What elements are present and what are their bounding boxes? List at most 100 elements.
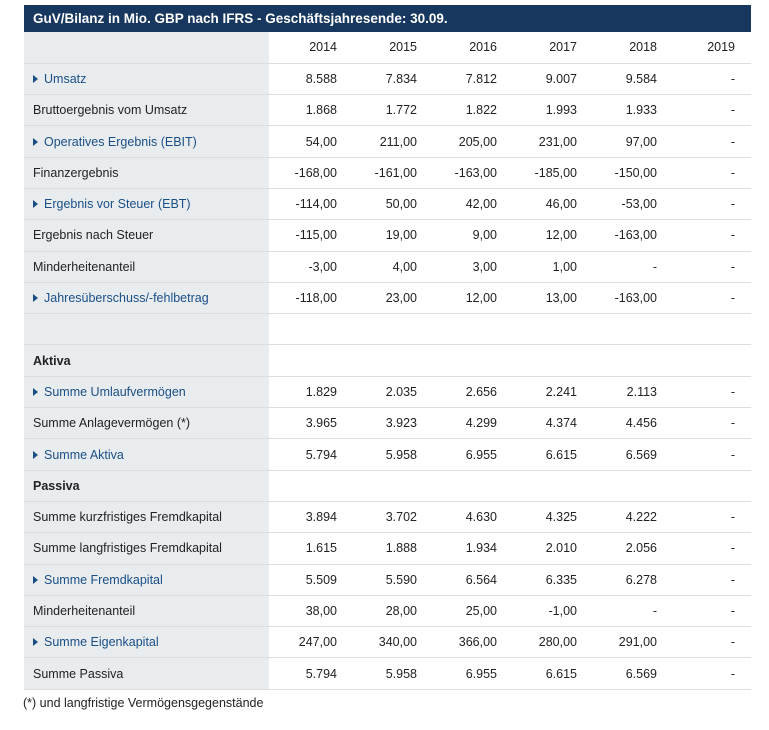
value-cell: 6.955	[429, 657, 509, 690]
year-header: 2017	[509, 32, 589, 64]
value-cell: 6.278	[589, 564, 669, 596]
row-label: Summe langfristiges Fremdkapital	[33, 541, 222, 556]
expand-arrow-icon[interactable]	[33, 294, 38, 303]
table-row: Summe Fremdkapital 5.509 5.590 6.564 6.335 6.…	[24, 564, 751, 596]
row-label-cell: Minderheitenanteil	[24, 251, 269, 283]
value-cell: 4.456	[589, 407, 669, 440]
value-cell	[509, 344, 589, 377]
row-label: Bruttoergebnis vom Umsatz	[33, 103, 188, 118]
row-label-link[interactable]: Summe Aktiva	[44, 448, 124, 462]
value-cell: -	[669, 626, 751, 659]
expand-arrow-icon[interactable]	[33, 638, 38, 647]
financial-table-container: GuV/Bilanz in Mio. GBP nach IFRS - Gesch…	[23, 5, 751, 710]
row-label-link[interactable]: Summe Umlaufvermögen	[44, 385, 186, 399]
value-cell: -1,00	[509, 595, 589, 628]
expand-arrow-icon[interactable]	[33, 137, 38, 146]
value-cell: 38,00	[269, 595, 349, 628]
value-cell: -	[669, 595, 751, 628]
expand-arrow-icon[interactable]	[33, 387, 38, 396]
value-cell: -	[669, 657, 751, 690]
value-cell: -185,00	[509, 157, 589, 189]
table-row: Operatives Ergebnis (EBIT) 54,00 211,00 205…	[24, 125, 751, 158]
value-cell: -	[669, 282, 751, 315]
row-label-link[interactable]: Summe Eigenkapital	[44, 635, 159, 649]
value-cell: 6.569	[589, 438, 669, 471]
table-row: Ergebnis nach Steuer -115,00 19,00 9,00 12,0…	[24, 219, 751, 252]
section-header-row: Aktiva	[24, 344, 751, 377]
value-cell: 1.772	[349, 94, 429, 127]
value-cell: 5.794	[269, 657, 349, 690]
value-cell: -168,00	[269, 157, 349, 189]
value-cell: -163,00	[429, 157, 509, 189]
expand-arrow-icon[interactable]	[33, 74, 38, 83]
row-label-cell: Bruttoergebnis vom Umsatz	[24, 94, 269, 127]
row-label-cell: Summe langfristiges Fremdkapital	[24, 532, 269, 565]
row-label-cell[interactable]: Ergebnis vor Steuer (EBT)	[24, 188, 269, 221]
row-label-cell[interactable]: Summe Eigenkapital	[24, 626, 269, 659]
footnote: (*) und langfristige Vermögensgegenständ…	[23, 695, 264, 710]
value-cell: -	[669, 125, 751, 158]
row-label-cell[interactable]: Summe Umlaufvermögen	[24, 376, 269, 409]
value-cell: 23,00	[349, 282, 429, 315]
value-cell: 2.035	[349, 376, 429, 409]
value-cell: 1.993	[509, 94, 589, 127]
row-label-link[interactable]: Summe Fremdkapital	[44, 573, 163, 587]
expand-arrow-icon[interactable]	[33, 450, 38, 459]
table-row: Bruttoergebnis vom Umsatz 1.868 1.772 1.822…	[24, 94, 751, 127]
year-header: 2014	[269, 32, 349, 64]
row-label-link[interactable]: Ergebnis vor Steuer (EBT)	[44, 197, 191, 211]
value-cell: 1.888	[349, 532, 429, 565]
row-label-cell[interactable]: Operatives Ergebnis (EBIT)	[24, 125, 269, 158]
value-cell: 291,00	[589, 626, 669, 659]
value-cell: 5.794	[269, 438, 349, 471]
value-cell: 4.374	[509, 407, 589, 440]
row-label: Summe Passiva	[33, 666, 124, 681]
value-cell: 97,00	[589, 125, 669, 158]
value-cell: -118,00	[269, 282, 349, 315]
value-cell: 42,00	[429, 188, 509, 221]
row-label-link[interactable]: Umsatz	[44, 72, 86, 86]
expand-arrow-icon[interactable]	[33, 200, 38, 209]
row-label-cell: Summe Anlagevermögen (*)	[24, 407, 269, 440]
table-row: Jahresüberschuss/-fehlbetrag -118,00 23,00…	[24, 282, 751, 315]
value-cell: 4.325	[509, 501, 589, 534]
expand-arrow-icon[interactable]	[33, 575, 38, 584]
value-cell: -	[669, 63, 751, 96]
value-cell: 19,00	[349, 219, 429, 252]
spacer-row	[24, 313, 751, 346]
value-cell: 6.564	[429, 564, 509, 596]
header-label-cell	[24, 32, 269, 64]
value-cell	[589, 313, 669, 346]
value-cell	[429, 313, 509, 346]
value-cell: 4.222	[589, 501, 669, 534]
value-cell: 4,00	[349, 251, 429, 283]
table-row: Minderheitenanteil -3,00 4,00 3,00 1,00- -	[24, 251, 751, 283]
value-cell: 6.569	[589, 657, 669, 690]
value-cell: -114,00	[269, 188, 349, 221]
row-label-cell[interactable]: Jahresüberschuss/-fehlbetrag	[24, 282, 269, 315]
value-cell: -	[669, 501, 751, 534]
value-cell: 366,00	[429, 626, 509, 659]
row-label: Finanzergebnis	[33, 165, 119, 180]
value-cell	[589, 344, 669, 377]
table-row: Umsatz 8.588 7.834 7.812 9.007 9.584-	[24, 63, 751, 96]
value-cell: 2.010	[509, 532, 589, 565]
table-row: Summe Umlaufvermögen 1.829 2.035 2.656 2.241…	[24, 376, 751, 409]
row-label-link[interactable]: Operatives Ergebnis (EBIT)	[44, 135, 197, 149]
value-cell: -	[589, 251, 669, 283]
row-label-cell[interactable]: Summe Fremdkapital	[24, 564, 269, 596]
value-cell: -	[669, 157, 751, 189]
value-cell	[349, 344, 429, 377]
year-header: 2018	[589, 32, 669, 64]
value-cell: 6.615	[509, 438, 589, 471]
row-label-link[interactable]: Jahresüberschuss/-fehlbetrag	[44, 291, 209, 305]
value-cell	[669, 344, 751, 377]
value-cell: 280,00	[509, 626, 589, 659]
value-cell: 3.894	[269, 501, 349, 534]
table-row: Summe langfristiges Fremdkapital 1.615 1.8…	[24, 532, 751, 565]
row-label: Minderheitenanteil	[33, 259, 136, 274]
value-cell: -	[669, 376, 751, 409]
row-label: Summe Anlagevermögen (*)	[33, 416, 191, 431]
row-label-cell[interactable]: Summe Aktiva	[24, 438, 269, 471]
row-label-cell[interactable]: Umsatz	[24, 63, 269, 96]
